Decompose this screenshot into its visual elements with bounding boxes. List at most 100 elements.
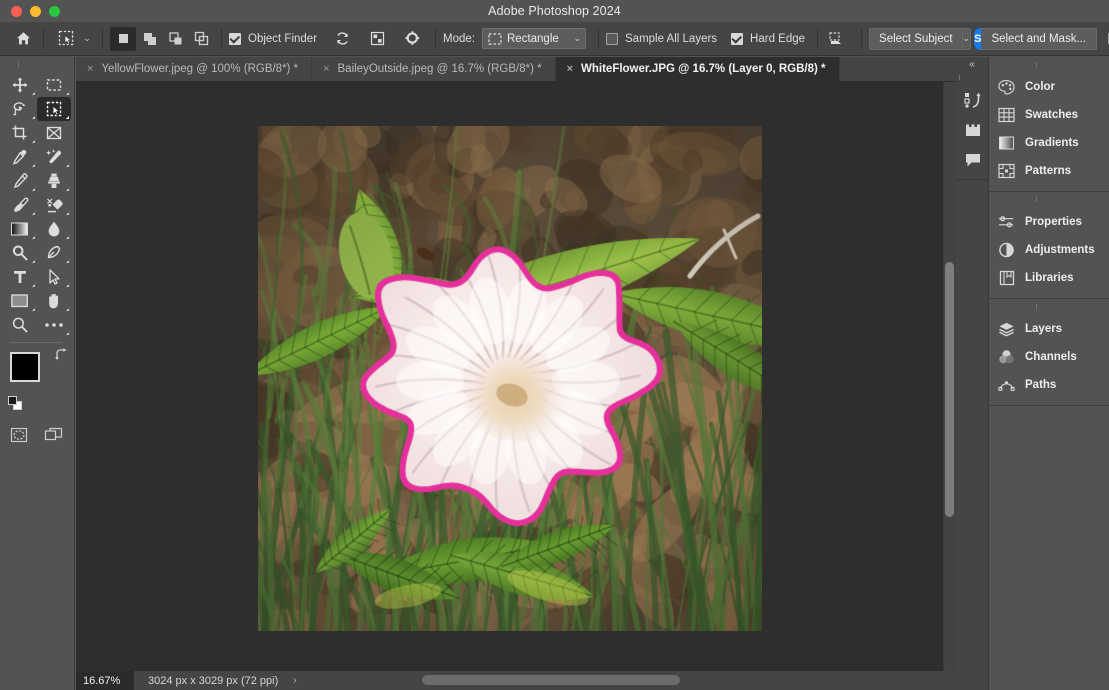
swatches-panel[interactable]: Swatches <box>989 101 1109 129</box>
crop-tool[interactable] <box>3 121 37 145</box>
flyout-indicator <box>66 236 69 239</box>
mode-dropdown[interactable]: Rectangle ⌄ <box>482 28 586 49</box>
pen-tool[interactable] <box>37 241 71 265</box>
rail-grip[interactable] <box>959 73 985 82</box>
chevron-down-icon[interactable]: ⌄ <box>567 33 581 44</box>
object-finder-label: Object Finder <box>248 32 318 45</box>
zoom-level-field[interactable]: 16.67% <box>76 671 134 690</box>
document-dimensions: 3024 px x 3029 px (72 ppi) <box>148 674 279 687</box>
refresh-icon[interactable] <box>329 27 355 51</box>
foreground-color-swatch[interactable] <box>10 352 40 382</box>
zoom-button[interactable] <box>49 6 60 17</box>
history-brush-tool[interactable] <box>3 193 37 217</box>
document-info[interactable]: 3024 px x 3029 px (72 ppi) › <box>134 675 297 687</box>
channels-panel[interactable]: Channels <box>989 343 1109 371</box>
history-panel-icon[interactable] <box>956 85 989 115</box>
vertical-scrollbar-thumb[interactable] <box>945 262 954 517</box>
type-tool[interactable] <box>3 265 37 289</box>
hand-tool[interactable] <box>37 289 71 313</box>
spot-healing-brush-tool[interactable] <box>37 145 71 169</box>
vertical-scrollbar-track[interactable] <box>943 82 956 671</box>
rail-divider <box>956 179 989 180</box>
tab-label: WhiteFlower.JPG @ 16.7% (Layer 0, RGB/8)… <box>581 63 826 75</box>
close-icon[interactable]: × <box>323 63 329 75</box>
rectangular-marquee-tool[interactable] <box>37 73 71 97</box>
divider <box>598 28 599 49</box>
flyout-indicator <box>66 260 69 263</box>
screen-mode-icon[interactable] <box>44 426 64 449</box>
object-finder-toggle[interactable]: Object Finder <box>229 32 318 45</box>
mask-preview-icon[interactable] <box>1103 27 1109 51</box>
frame-tool[interactable] <box>37 121 71 145</box>
brush-tool[interactable] <box>3 169 37 193</box>
hard-edge-toggle[interactable]: Hard Edge <box>731 32 805 45</box>
document-image[interactable] <box>258 126 762 631</box>
edit-toolbar-button[interactable] <box>37 313 71 337</box>
panel-group-grip[interactable] <box>1036 302 1062 311</box>
rectangle-tool[interactable] <box>3 289 37 313</box>
new-selection-button[interactable] <box>110 26 136 51</box>
clone-stamp-tool[interactable] <box>37 169 71 193</box>
select-subject-button[interactable]: Select Subject <box>869 27 963 50</box>
tab-baileyoutside[interactable]: × BaileyOutside.jpeg @ 16.7% (RGB/8*) * <box>312 57 556 81</box>
active-tool-picker[interactable]: ⌄ <box>51 27 95 51</box>
object-finder-checkbox[interactable] <box>229 32 241 45</box>
tab-yellowflower[interactable]: × YellowFlower.jpeg @ 100% (RGB/8*) * <box>76 57 313 81</box>
tab-whiteflower[interactable]: × WhiteFlower.JPG @ 16.7% (Layer 0, RGB/… <box>555 57 840 81</box>
close-icon[interactable]: × <box>567 63 573 75</box>
comments-panel-icon[interactable] <box>956 145 989 175</box>
horizontal-scrollbar-thumb[interactable] <box>422 675 680 685</box>
eraser-tool[interactable] <box>37 193 71 217</box>
color-panel[interactable]: Color <box>989 73 1109 101</box>
patterns-panel[interactable]: Patterns <box>989 157 1109 185</box>
canvas-area[interactable] <box>76 82 956 671</box>
gradients-panel[interactable]: Gradients <box>989 129 1109 157</box>
sample-all-layers-toggle[interactable]: Sample All Layers <box>606 32 717 45</box>
add-to-selection-button[interactable] <box>136 27 162 51</box>
flyout-indicator <box>32 188 35 191</box>
swap-colors-icon[interactable] <box>54 348 68 365</box>
libraries-panel[interactable]: Libraries <box>989 264 1109 292</box>
dodge-tool[interactable] <box>3 241 37 265</box>
minimize-button[interactable] <box>30 6 41 17</box>
show-object-overlay-icon[interactable] <box>364 27 390 51</box>
close-button[interactable] <box>11 6 22 17</box>
blur-tool[interactable] <box>37 217 71 241</box>
close-icon[interactable]: × <box>87 63 93 75</box>
gradient-tool[interactable] <box>3 217 37 241</box>
flower-photograph <box>258 126 762 631</box>
collapse-panels-icon[interactable]: « <box>956 57 988 71</box>
gear-icon[interactable] <box>399 27 425 51</box>
adjustments-panel[interactable]: Adjustments <box>989 236 1109 264</box>
layers-panel[interactable]: Layers <box>989 315 1109 343</box>
actions-panel-icon[interactable] <box>956 115 989 145</box>
intersect-with-selection-button[interactable] <box>188 27 214 51</box>
hard-edge-checkbox[interactable] <box>731 32 744 45</box>
sample-all-layers-checkbox[interactable] <box>606 32 618 45</box>
default-colors-icon[interactable] <box>8 396 22 410</box>
paths-panel[interactable]: Paths <box>989 371 1109 399</box>
flyout-indicator <box>32 212 35 215</box>
path-selection-tool[interactable] <box>37 265 71 289</box>
object-selection-tool[interactable] <box>37 97 71 121</box>
move-tool[interactable] <box>3 73 37 97</box>
panel-group-grip[interactable] <box>1036 60 1062 69</box>
panel-dock: Color Swatches Gradients Patterns Proper… <box>989 57 1109 690</box>
palette-icon <box>998 79 1015 96</box>
eyedropper-tool[interactable] <box>3 145 37 169</box>
quick-mask-icon[interactable] <box>10 426 28 449</box>
zoom-tool[interactable] <box>3 313 37 337</box>
book-icon <box>998 270 1015 287</box>
chevron-right-icon[interactable]: › <box>286 675 296 686</box>
toolbar-grip[interactable] <box>18 59 45 71</box>
subtract-from-selection-button[interactable] <box>162 27 188 51</box>
chevron-down-icon[interactable]: ⌄ <box>81 33 93 44</box>
select-and-mask-button[interactable]: Select and Mask... <box>981 27 1098 50</box>
select-subject-caret[interactable]: ⌄ <box>962 27 972 50</box>
home-icon[interactable] <box>10 27 36 51</box>
properties-panel[interactable]: Properties <box>989 208 1109 236</box>
panel-group-grip[interactable] <box>1036 195 1062 204</box>
lasso-tool[interactable] <box>3 97 37 121</box>
half-circle-icon <box>998 242 1015 259</box>
select-subject-device-icon[interactable] <box>825 27 851 51</box>
